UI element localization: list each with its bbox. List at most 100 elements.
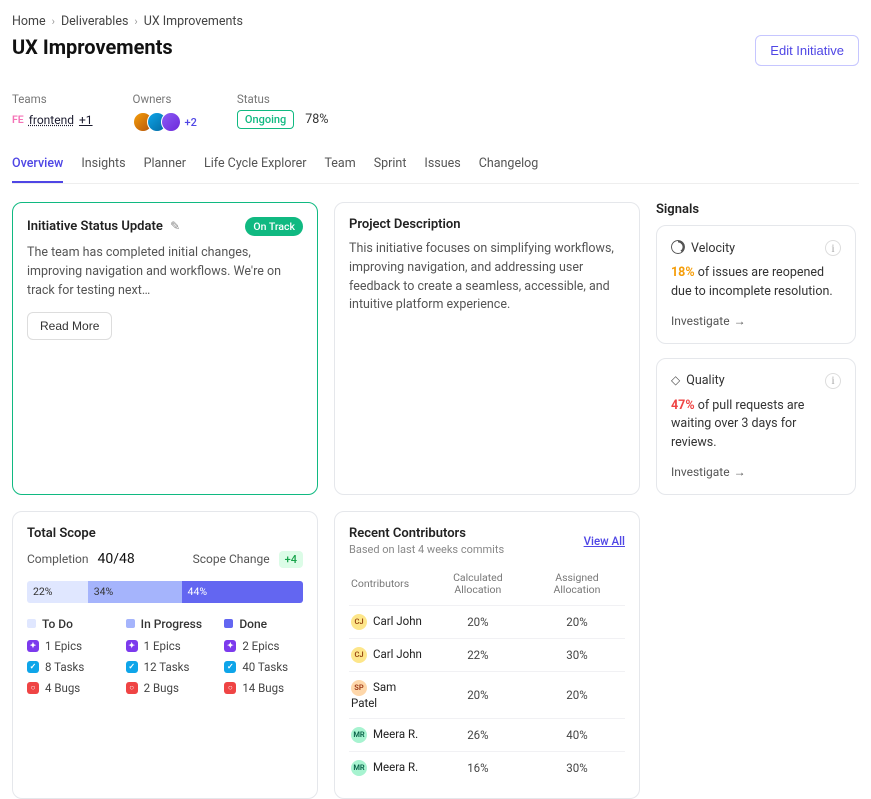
owners-block: Owners +2 (133, 92, 197, 132)
scope-change-badge: +4 (279, 551, 303, 568)
table-row[interactable]: MRMeera R.16%30% (349, 751, 625, 784)
tab-planner[interactable]: Planner (144, 156, 186, 183)
crumb-deliverables[interactable]: Deliverables (61, 14, 128, 29)
contributors-table: Contributors Calculated Allocation Assig… (349, 566, 625, 784)
table-row[interactable]: SPSam Patel20%20% (349, 671, 625, 718)
avatar-mini: CJ (351, 647, 367, 663)
total-scope-card: Total Scope Completion 40/48 Scope Chang… (12, 511, 318, 799)
teams-label: Teams (12, 92, 93, 106)
scope-col-inprogress: In Progress ✦1 Epics ✓12 Tasks ○2 Bugs (126, 617, 205, 702)
tab-insights[interactable]: Insights (81, 156, 125, 183)
breadcrumb: Home › Deliverables › UX Improvements (12, 14, 859, 29)
segment-inprogress: 34% (88, 581, 182, 603)
task-icon: ✓ (224, 661, 236, 673)
velocity-value: 18% (671, 265, 695, 280)
project-description-card: Project Description This initiative focu… (334, 202, 640, 495)
project-description-title: Project Description (349, 217, 625, 232)
bug-icon: ○ (126, 682, 138, 694)
tab-issues[interactable]: Issues (424, 156, 460, 183)
team-chip[interactable]: FE frontend +1 (12, 113, 93, 127)
epic-icon: ✦ (27, 640, 39, 652)
meta-row: Teams FE frontend +1 Owners +2 Status On… (12, 92, 859, 132)
chevron-right-icon: › (134, 15, 137, 28)
arrow-right-icon: → (734, 314, 746, 328)
signals-section: Signals Velocity i 18% of issues are reo… (656, 202, 856, 344)
team-name: frontend (29, 113, 74, 127)
project-description-body: This initiative focuses on simplifying w… (349, 240, 625, 315)
status-label: Status (237, 92, 329, 106)
velocity-rest: of issues are reopened due to incomplete… (671, 265, 833, 299)
avatar-mini: MR (351, 760, 367, 776)
scope-col-todo: To Do ✦1 Epics ✓8 Tasks ○4 Bugs (27, 617, 106, 702)
tab-changelog[interactable]: Changelog (479, 156, 539, 183)
avatar-mini: SP (351, 680, 367, 696)
owners-label: Owners (133, 92, 197, 106)
contributors-subtitle: Based on last 4 weeks commits (349, 543, 504, 556)
tab-lifecycle[interactable]: Life Cycle Explorer (204, 156, 306, 183)
status-update-card: Initiative Status Update ✎ On Track The … (12, 202, 318, 495)
read-more-button[interactable]: Read More (27, 312, 112, 340)
quality-text: 47% of pull requests are waiting over 3 … (671, 397, 841, 453)
team-code: FE (12, 113, 24, 126)
task-icon: ✓ (126, 661, 138, 673)
table-row[interactable]: CJCarl John22%30% (349, 638, 625, 671)
scope-change-label: Scope Change (193, 552, 270, 566)
avatar-mini: MR (351, 727, 367, 743)
contributors-title: Recent Contributors (349, 526, 504, 541)
completion-value: 40/48 (98, 551, 135, 567)
chevron-right-icon: › (52, 15, 55, 28)
avatar-mini: CJ (351, 614, 367, 630)
page-title: UX Improvements (12, 35, 173, 59)
crumb-current: UX Improvements (144, 14, 243, 29)
status-update-title: Initiative Status Update (27, 219, 163, 234)
team-more[interactable]: +1 (79, 113, 93, 127)
col-calculated: Calculated Allocation (427, 566, 529, 606)
status-update-body: The team has completed initial changes, … (27, 244, 303, 300)
quality-label: Quality (686, 373, 724, 388)
owners-avatars[interactable]: +2 (133, 112, 197, 132)
velocity-text: 18% of issues are reopened due to incomp… (671, 264, 841, 302)
investigate-quality-link[interactable]: Investigate→ (671, 465, 746, 479)
investigate-velocity-link[interactable]: Investigate→ (671, 314, 746, 328)
view-all-link[interactable]: View All (584, 534, 625, 548)
tab-overview[interactable]: Overview (12, 156, 63, 183)
edit-initiative-button[interactable]: Edit Initiative (755, 35, 859, 66)
status-block: Status Ongoing 78% (237, 92, 329, 132)
velocity-icon: Velocity (671, 240, 735, 256)
epic-icon: ✦ (126, 640, 138, 652)
signal-quality-card: Quality i 47% of pull requests are waiti… (656, 358, 856, 495)
bug-icon: ○ (224, 682, 236, 694)
signal-velocity-card: Velocity i 18% of issues are reopened du… (656, 225, 856, 344)
dot-icon (224, 619, 233, 628)
bug-icon: ○ (27, 682, 39, 694)
table-row[interactable]: CJCarl John20%20% (349, 605, 625, 638)
dot-icon (27, 619, 36, 628)
arrow-right-icon: → (734, 465, 746, 479)
velocity-label: Velocity (691, 241, 735, 256)
teams-block: Teams FE frontend +1 (12, 92, 93, 132)
owners-more[interactable]: +2 (185, 116, 197, 129)
scope-col-done: Done ✦2 Epics ✓40 Tasks ○14 Bugs (224, 617, 303, 702)
task-icon: ✓ (27, 661, 39, 673)
tab-team[interactable]: Team (324, 156, 355, 183)
edit-icon[interactable]: ✎ (170, 219, 180, 233)
completion-label: Completion (27, 552, 89, 566)
crumb-home[interactable]: Home (12, 14, 46, 29)
status-percent: 78% (305, 112, 328, 127)
quality-icon: Quality (671, 373, 725, 388)
info-icon[interactable]: i (825, 373, 841, 389)
tabs: Overview Insights Planner Life Cycle Exp… (12, 156, 859, 184)
table-row[interactable]: MRMeera R.26%40% (349, 718, 625, 751)
signals-title: Signals (656, 202, 856, 217)
avatar[interactable] (161, 112, 181, 132)
epic-icon: ✦ (224, 640, 236, 652)
contributors-card: Recent Contributors Based on last 4 week… (334, 511, 640, 799)
dot-icon (126, 619, 135, 628)
tab-sprint[interactable]: Sprint (374, 156, 407, 183)
segment-todo: 22% (27, 581, 88, 603)
info-icon[interactable]: i (825, 240, 841, 256)
progress-bar: 22% 34% 44% (27, 581, 303, 603)
col-contributors: Contributors (349, 566, 427, 606)
quality-value: 47% (671, 398, 695, 413)
segment-done: 44% (182, 581, 303, 603)
